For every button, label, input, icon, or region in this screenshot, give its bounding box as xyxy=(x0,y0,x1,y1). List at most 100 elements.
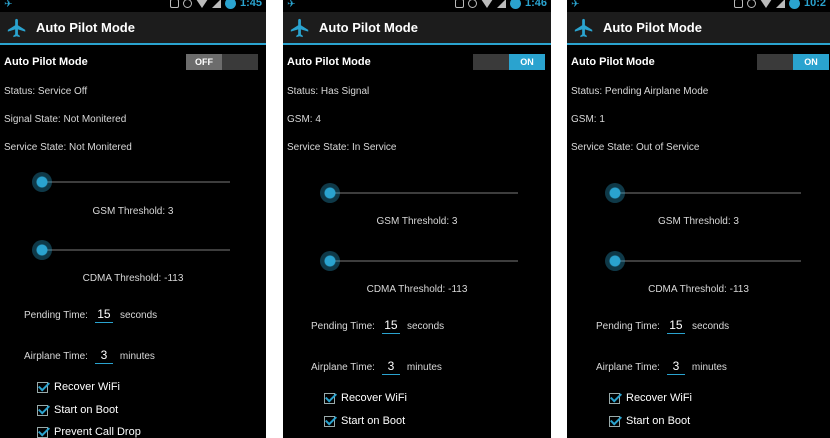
phone-screen-1: ✈ 1:45 Auto Pilot Mode Auto Pilot Mode O… xyxy=(0,0,266,438)
status-line: Status: Has Signal xyxy=(287,86,370,97)
sync-icon xyxy=(454,0,464,8)
auto-pilot-label: Auto Pilot Mode xyxy=(571,56,655,68)
cdma-threshold-label: CDMA Threshold: -113 xyxy=(648,284,749,295)
checkbox-checked-icon xyxy=(609,392,620,404)
auto-pilot-label: Auto Pilot Mode xyxy=(4,56,88,68)
checkbox-checked-icon xyxy=(37,426,48,438)
gsm-threshold-slider[interactable] xyxy=(32,172,230,192)
slider-thumb[interactable] xyxy=(320,183,340,203)
checkbox-label: Start on Boot xyxy=(54,404,119,416)
status-bar: ✈ 10:2 xyxy=(567,0,830,12)
checkbox-label: Recover WiFi xyxy=(626,392,693,404)
checkbox-label: Recover WiFi xyxy=(341,392,408,404)
airplane-time-label: Airplane Time: xyxy=(596,361,660,373)
pending-time-label: Pending Time: xyxy=(596,320,660,332)
airplane-time-unit: minutes xyxy=(691,361,727,373)
checkbox-label: Start on Boot xyxy=(626,415,691,427)
checkbox-label: Start on Boot xyxy=(341,415,406,427)
pending-time-input[interactable]: 15 xyxy=(94,307,113,323)
cdma-threshold-slider[interactable] xyxy=(32,240,230,260)
cdma-threshold-label: CDMA Threshold: -113 xyxy=(366,284,468,295)
alarm-icon xyxy=(746,0,756,8)
auto-pilot-toggle[interactable]: ON xyxy=(473,54,545,70)
cdma-threshold-slider[interactable] xyxy=(320,251,518,271)
action-bar: Auto Pilot Mode xyxy=(567,12,830,45)
airplane-icon xyxy=(7,18,26,37)
start-on-boot-checkbox[interactable]: Start on Boot xyxy=(609,415,690,427)
slider-thumb[interactable] xyxy=(605,183,625,203)
slider-thumb[interactable] xyxy=(32,240,52,260)
status-line: Status: Pending Airplane Mode xyxy=(571,86,709,97)
wifi-icon xyxy=(480,0,493,8)
pending-time-input[interactable]: 15 xyxy=(666,318,685,334)
slider-thumb[interactable] xyxy=(605,251,625,271)
checkbox-label: Recover WiFi xyxy=(54,381,121,393)
sync-icon xyxy=(169,0,179,8)
gsm-threshold-label: GSM Threshold: 3 xyxy=(92,206,174,217)
app-title: Auto Pilot Mode xyxy=(319,20,418,35)
checkbox-checked-icon xyxy=(324,392,335,404)
status-time: 10:2 xyxy=(803,0,826,9)
airplane-time-label: Airplane Time: xyxy=(311,361,375,373)
pending-time-row: Pending Time: 15 seconds xyxy=(596,318,729,334)
toggle-knob: ON xyxy=(793,54,829,70)
airplane-time-label: Airplane Time: xyxy=(24,350,88,362)
slider-thumb[interactable] xyxy=(320,251,340,271)
prevent-call-drop-checkbox[interactable]: Prevent Call Drop xyxy=(37,426,141,438)
recover-wifi-checkbox[interactable]: Recover WiFi xyxy=(609,392,692,404)
airplane-icon xyxy=(574,18,593,37)
airplane-time-unit: minutes xyxy=(406,361,442,373)
alarm-icon xyxy=(182,0,192,8)
gsm-threshold-slider[interactable] xyxy=(320,183,518,203)
signal-icon xyxy=(775,0,785,8)
status-bar: ✈ 1:46 xyxy=(283,0,551,12)
status-line: Status: Service Off xyxy=(4,86,88,97)
battery-icon xyxy=(788,0,800,9)
checkbox-checked-icon xyxy=(324,415,335,427)
airplane-time-row: Airplane Time: 3 minutes xyxy=(24,348,155,364)
recover-wifi-checkbox[interactable]: Recover WiFi xyxy=(37,381,120,393)
pending-time-input[interactable]: 15 xyxy=(381,318,400,334)
toggle-knob: OFF xyxy=(186,54,222,70)
gsm-line: GSM: 4 xyxy=(287,114,321,125)
checkbox-checked-icon xyxy=(37,404,48,416)
airplane-time-input[interactable]: 3 xyxy=(94,348,113,364)
recover-wifi-checkbox[interactable]: Recover WiFi xyxy=(324,392,407,404)
app-title: Auto Pilot Mode xyxy=(603,20,702,35)
checkbox-checked-icon xyxy=(609,415,620,427)
notification-plane-icon: ✈ xyxy=(571,0,580,10)
signal-state-line: Signal State: Not Monitered xyxy=(4,114,127,125)
sync-icon xyxy=(733,0,743,8)
pending-time-row: Pending Time: 15 seconds xyxy=(24,307,157,323)
pending-time-unit: seconds xyxy=(691,320,730,332)
phone-screen-2: ✈ 1:46 Auto Pilot Mode Auto Pilot Mode O… xyxy=(283,0,551,438)
start-on-boot-checkbox[interactable]: Start on Boot xyxy=(37,404,118,416)
slider-thumb[interactable] xyxy=(32,172,52,192)
cdma-threshold-slider[interactable] xyxy=(605,251,801,271)
wifi-icon xyxy=(759,0,772,8)
gsm-line: GSM: 1 xyxy=(571,114,605,125)
auto-pilot-toggle[interactable]: ON xyxy=(757,54,829,70)
airplane-time-row: Airplane Time: 3 minutes xyxy=(596,359,727,375)
action-bar: Auto Pilot Mode xyxy=(0,12,266,45)
signal-icon xyxy=(211,0,221,8)
pending-time-row: Pending Time: 15 seconds xyxy=(311,318,444,334)
gsm-threshold-slider[interactable] xyxy=(605,183,801,203)
signal-icon xyxy=(496,0,506,8)
pending-time-unit: seconds xyxy=(119,309,158,321)
status-time: 1:45 xyxy=(239,0,262,9)
auto-pilot-toggle[interactable]: OFF xyxy=(186,54,258,70)
airplane-time-input[interactable]: 3 xyxy=(381,359,400,375)
auto-pilot-label: Auto Pilot Mode xyxy=(287,56,371,68)
action-bar: Auto Pilot Mode xyxy=(283,12,551,45)
battery-icon xyxy=(224,0,236,9)
pending-time-label: Pending Time: xyxy=(24,309,88,321)
airplane-time-input[interactable]: 3 xyxy=(666,359,685,375)
service-state-line: Service State: Not Monitered xyxy=(4,142,132,153)
app-title: Auto Pilot Mode xyxy=(36,20,135,35)
status-time: 1:46 xyxy=(524,0,547,9)
airplane-icon xyxy=(290,18,309,37)
airplane-time-row: Airplane Time: 3 minutes xyxy=(311,359,442,375)
status-bar: ✈ 1:45 xyxy=(0,0,266,12)
start-on-boot-checkbox[interactable]: Start on Boot xyxy=(324,415,405,427)
